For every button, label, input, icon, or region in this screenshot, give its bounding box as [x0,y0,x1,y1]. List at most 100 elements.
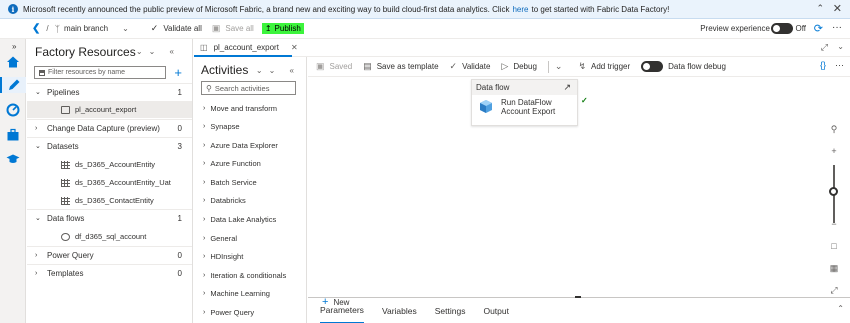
activity-group[interactable]: › Move and transform [194,99,306,117]
data-flow-debug-toggle[interactable]: Data flow debug [641,61,726,72]
editor-area: ◫ pl_account_export ✕ ⤢ ⌄ Activities ⌄⌄ … [194,39,850,323]
tree-section-powerquery[interactable]: › Power Query 0 [27,246,192,263]
open-external-icon[interactable]: ↗ [563,82,571,93]
validate-button[interactable]: ✓ Validate [450,61,491,72]
tree-item-pipeline[interactable]: pl_account_export [27,101,192,118]
preview-toggle[interactable] [771,23,793,34]
search-placeholder: Search activities [214,83,270,93]
expand-icon[interactable]: ⤢ [821,42,828,53]
activity-group[interactable]: › Data Lake Analytics [194,210,306,228]
more-icon[interactable]: ··· [832,22,842,33]
code-braces-icon[interactable]: {} [820,60,826,70]
auto-align-icon[interactable]: ▦ [826,260,842,276]
tree-item-dataset[interactable]: ds_D365_AccountEntity_Uat [27,174,192,191]
info-icon: i [8,4,18,14]
activity-group[interactable]: › HDInsight [194,247,306,265]
toolbar-divider [547,60,549,73]
section-count: 1 [177,87,182,97]
collapse-panel-icons[interactable]: ⌄⌄ « [256,66,300,75]
learning-cap-icon[interactable] [5,151,21,167]
home-icon[interactable] [5,54,21,70]
new-parameter-button[interactable]: + New [322,296,349,308]
activity-group[interactable]: › Azure Data Explorer [194,136,306,154]
zoom-out-icon[interactable]: − [826,216,842,232]
add-trigger-button[interactable]: ↯ Add trigger [578,61,630,72]
dataflow-icon [477,99,495,115]
banner-link[interactable]: here [512,5,528,14]
chevron-right-icon: › [203,141,206,149]
tree-section-templates[interactable]: › Templates 0 [27,264,192,281]
dataset-table-icon [61,196,70,205]
search-icon[interactable]: ⚲ [826,121,842,137]
item-label: df_d365_sql_account [75,232,147,241]
publish-button[interactable]: ↥ Publish [261,23,304,34]
activity-group[interactable]: › Databricks [194,191,306,209]
tab-variables[interactable]: Variables [382,298,417,323]
validate-all-button[interactable]: ✓ Validate all [151,23,202,34]
close-tab-icon[interactable]: ✕ [291,43,298,52]
tree-section-cdc[interactable]: › Change Data Capture (preview) 0 [27,119,192,136]
tab-label: pl_account_export [213,42,279,52]
tree-item-dataset[interactable]: ds_D365_AccountEntity [27,156,192,173]
debug-dropdown[interactable]: ⌄ [555,61,568,72]
fit-to-screen-icon[interactable]: □ [826,238,842,254]
tab-pl-account-export[interactable]: ◫ pl_account_export ✕ [194,39,298,57]
add-resource-icon[interactable]: + [174,65,182,80]
debug-button[interactable]: ▷ Debug [501,61,537,72]
saved-button[interactable]: ▣ Saved [316,61,352,72]
section-label: Power Query [47,250,94,260]
debug-toggle-switch[interactable] [641,61,664,72]
author-pencil-icon[interactable] [0,77,26,93]
activity-group[interactable]: › Azure Function [194,154,306,172]
chevron-down-icon[interactable]: ⌄ [837,42,844,51]
chevron-up-icon[interactable]: ⌃ [837,304,844,313]
close-icon[interactable]: ✕ [833,2,842,15]
dataflow-activity-node[interactable]: Data flow ↗ Run DataFlow Account Export [471,79,578,126]
more-icon[interactable]: ··· [835,60,844,70]
pipeline-canvas[interactable]: Data flow ↗ Run DataFlow Account Export … [308,78,850,297]
expand-rail-icon[interactable]: » [12,42,16,51]
tree-item-dataset[interactable]: ds_D365_ContactEntity [27,192,192,209]
collapse-panel-icons[interactable]: ⌄⌄ « [136,47,180,56]
activity-group[interactable]: › Synapse [194,117,306,135]
pane-splitter-handle[interactable] [575,296,581,298]
manage-toolbox-icon[interactable] [5,127,21,143]
zoom-slider-knob[interactable] [829,187,838,196]
section-label: Change Data Capture (preview) [47,123,160,133]
preview-state-label: Off [795,24,806,33]
refresh-icon[interactable]: ⟳ [814,22,823,35]
tree-item-dataflow[interactable]: df_d365_sql_account [27,228,192,245]
chevron-right-icon: › [203,178,206,186]
save-all-button[interactable]: ▣ Save all [212,23,254,34]
chevron-right-icon: › [203,271,206,279]
activity-group[interactable]: › General [194,229,306,247]
add-trigger-label: Add trigger [591,62,631,71]
activity-group[interactable]: › Machine Learning [194,284,306,302]
top-toolbar: ❮ / ᛉ main branch ⌄ ✓ Validate all ▣ Sav… [0,19,850,39]
monitor-icon[interactable] [5,102,21,118]
tree-section-dataflows[interactable]: ⌄ Data flows 1 [27,209,192,226]
activity-label: HDInsight [210,251,244,261]
activity-group[interactable]: › Iteration & conditionals [194,266,306,284]
success-check-icon: ✓ [581,96,588,105]
search-activities-input[interactable]: ⚲ Search activities [201,81,296,95]
tree-section-pipelines[interactable]: ⌄ Pipelines 1 [27,83,192,100]
chevron-up-icon[interactable]: ⌃ [816,3,824,14]
save-as-template-button[interactable]: ▤ Save as template [363,61,438,72]
section-label: Templates [47,268,84,278]
activity-group[interactable]: › Batch Service [194,173,306,191]
node-type-label: Data flow [476,83,510,92]
validate-all-label: Validate all [163,24,202,33]
checkmark-icon: ✓ [150,23,159,33]
tab-settings[interactable]: Settings [435,298,466,323]
devops-logo-icon[interactable]: ❮ [32,23,40,34]
data-flow-debug-label: Data flow debug [668,62,726,71]
tree-section-datasets[interactable]: ⌄ Datasets 3 [27,137,192,154]
activity-group[interactable]: › Power Query [194,303,306,321]
filter-resources-input[interactable]: Filter resources by name [34,66,166,79]
zoom-in-icon[interactable]: + [826,143,842,159]
factory-resources-title: Factory Resources [35,45,136,59]
expand-icon[interactable]: ⤢ [826,282,842,298]
tab-output[interactable]: Output [483,298,509,323]
branch-selector[interactable]: ᛉ main branch ⌄ [55,24,129,34]
